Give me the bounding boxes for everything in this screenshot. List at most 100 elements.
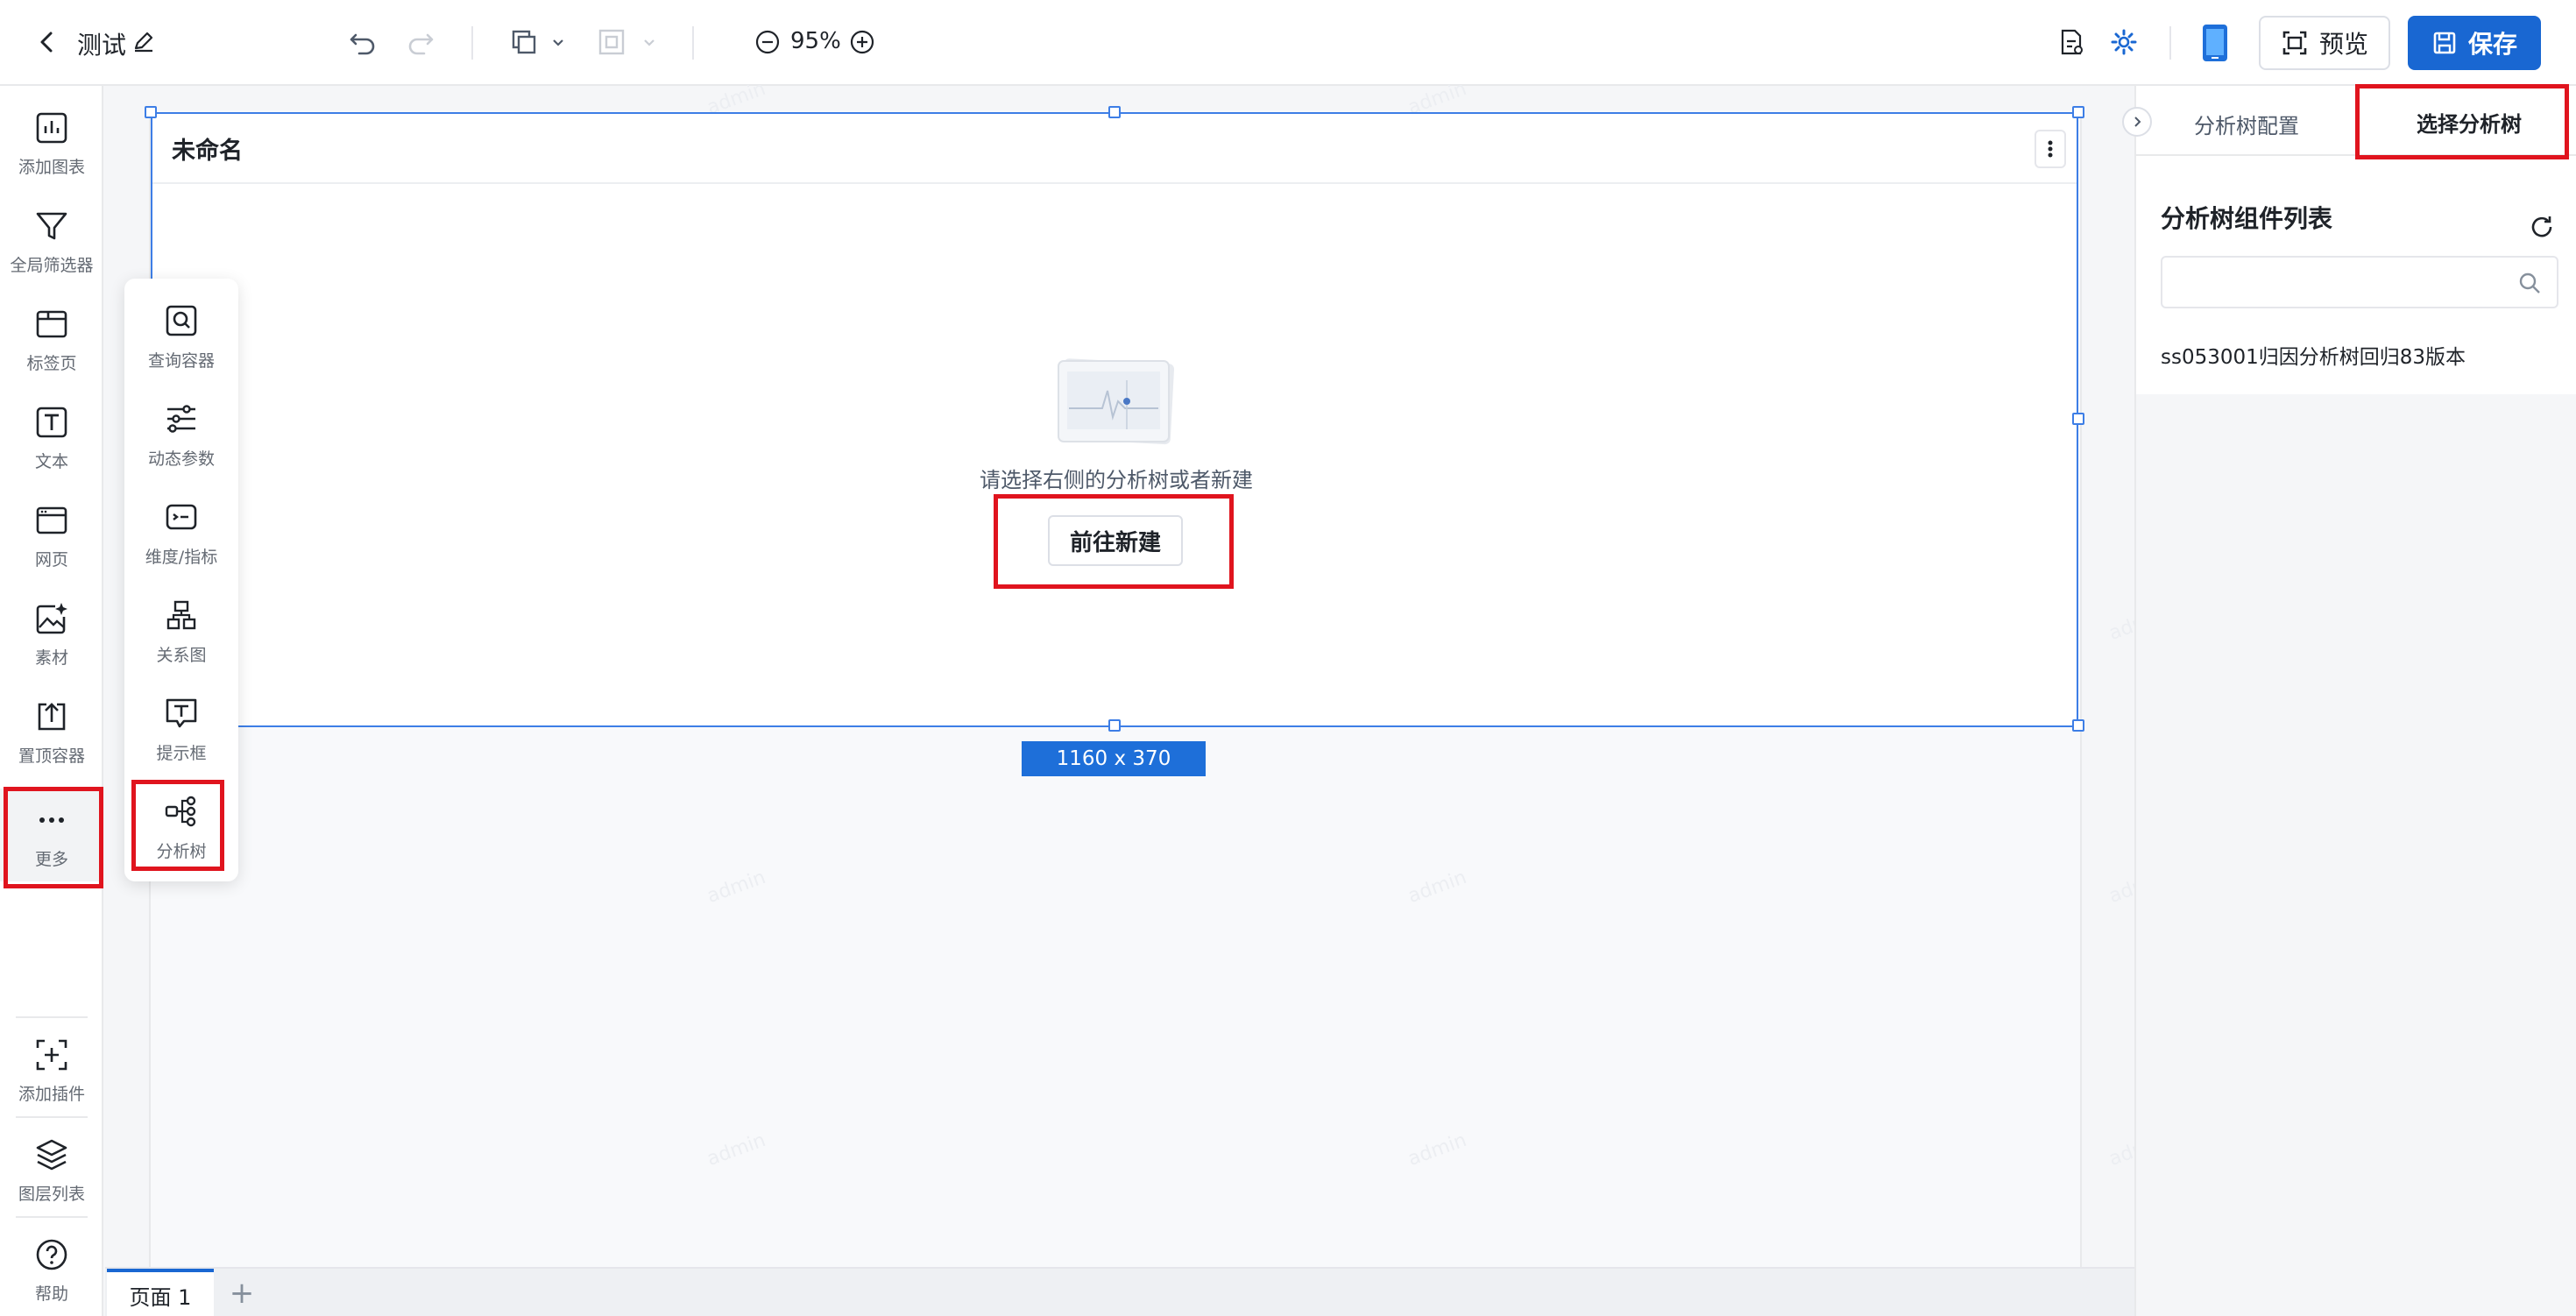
tab-page-button[interactable]: 标签页 — [0, 293, 103, 386]
rail-label: 图层列表 — [18, 1184, 85, 1204]
refresh-icon[interactable] — [2527, 212, 2557, 242]
rail-label: 帮助 — [34, 1284, 68, 1304]
mobile-device-icon[interactable] — [2199, 23, 2231, 63]
left-toolbar: 添加图表 全局筛选器 标签页 文本 网页 素材 置顶容器 更多 添加插件 图层列… — [0, 86, 103, 1316]
sliders-icon — [167, 404, 195, 433]
upload-box-icon — [38, 702, 66, 730]
help-button[interactable]: 帮助 — [0, 1223, 103, 1316]
tab-tree-config[interactable]: 分析树配置 — [2194, 109, 2299, 139]
add-plugin-icon — [36, 1039, 67, 1070]
gear-icon[interactable] — [2106, 25, 2141, 60]
pin-top-container-button[interactable]: 置顶容器 — [0, 685, 103, 778]
rail-label: 添加插件 — [18, 1084, 85, 1104]
tooltip-text-icon — [166, 698, 197, 727]
save-label: 保存 — [2467, 30, 2517, 59]
tooltip-box-item[interactable]: 提示框 — [124, 682, 238, 776]
analysis-tree-component[interactable]: 未命名 请选择右侧的分析树或者新建 前往新建 — [151, 112, 2078, 727]
rail-label: 全局筛选器 — [10, 255, 94, 275]
add-chart-button[interactable]: 添加图表 — [0, 96, 103, 189]
top-bar: 测试 95% 预览 保存 — [0, 0, 2576, 86]
component-title[interactable]: 未命名 — [172, 131, 243, 166]
add-plugin-button[interactable]: 添加插件 — [0, 1023, 103, 1116]
material-button[interactable]: 素材 — [0, 587, 103, 680]
arrange-icon[interactable] — [594, 25, 629, 60]
query-container-item[interactable]: 查询容器 — [124, 289, 238, 384]
webpage-button[interactable]: 网页 — [0, 489, 103, 582]
popover-label: 动态参数 — [147, 449, 215, 469]
zoom-out-icon[interactable] — [750, 25, 785, 60]
chevron-down-icon[interactable] — [545, 25, 571, 60]
layers-icon — [36, 1139, 67, 1170]
empty-hint-text: 请选择右侧的分析树或者新建 — [980, 468, 1253, 492]
undo-icon[interactable] — [345, 25, 380, 60]
browser-icon — [36, 506, 67, 534]
tree-search-input[interactable] — [2162, 258, 2504, 307]
image-sparkle-icon — [36, 602, 67, 633]
document-settings-icon[interactable] — [2054, 25, 2089, 60]
app-root: 测试 95% 预览 保存 添加图表 全局筛选器 标签页 文本 网页 素材 置顶容… — [0, 0, 2576, 1316]
fullscreen-icon — [2282, 31, 2307, 55]
rail-label: 素材 — [34, 647, 68, 668]
back-arrow-icon[interactable] — [32, 26, 63, 58]
query-search-icon — [166, 305, 197, 336]
annotation-box-analysis-tree — [131, 780, 224, 871]
resize-handle-bottom-right[interactable] — [2072, 719, 2084, 732]
collapse-panel-button[interactable] — [2122, 107, 2152, 137]
vertical-dots-icon — [2048, 140, 2053, 158]
popover-label: 查询容器 — [147, 350, 215, 371]
resize-handle-top-right[interactable] — [2072, 106, 2084, 118]
layer-list-button[interactable]: 图层列表 — [0, 1123, 103, 1216]
dynamic-params-item[interactable]: 动态参数 — [124, 387, 238, 482]
component-menu-button[interactable] — [2035, 130, 2066, 168]
copy-icon[interactable] — [506, 25, 541, 60]
search-icon[interactable] — [2516, 270, 2543, 296]
toolbar-divider — [2169, 26, 2171, 60]
resize-handle-right[interactable] — [2072, 413, 2084, 425]
tree-search-box[interactable] — [2161, 256, 2558, 308]
dimension-card-icon — [166, 504, 197, 529]
preview-label: 预览 — [2318, 30, 2368, 59]
save-disk-icon — [2433, 32, 2456, 54]
rail-label: 置顶容器 — [18, 746, 85, 766]
relation-graph-icon — [166, 600, 196, 629]
annotation-box-select-tree-tab — [2355, 84, 2569, 159]
page-tab-bar: 页面 1 + — [105, 1267, 2134, 1316]
redo-icon[interactable] — [403, 25, 438, 60]
toolbar-divider — [471, 26, 473, 60]
empty-chart-illustration — [1058, 358, 1175, 445]
relation-graph-item[interactable]: 关系图 — [124, 584, 238, 678]
resize-handle-bottom[interactable] — [1108, 719, 1121, 732]
annotation-box-go-create — [994, 494, 1234, 589]
popover-label: 维度/指标 — [145, 547, 218, 567]
add-page-button[interactable]: + — [224, 1276, 259, 1311]
rail-divider — [16, 1216, 88, 1218]
text-button[interactable]: 文本 — [0, 391, 103, 484]
resize-handle-top-left[interactable] — [145, 106, 157, 118]
rail-divider — [16, 1116, 88, 1118]
zoom-in-icon[interactable] — [845, 25, 880, 60]
global-filter-button[interactable]: 全局筛选器 — [0, 195, 103, 287]
chevron-down-icon[interactable] — [636, 25, 662, 60]
help-question-icon — [36, 1239, 67, 1270]
tree-list-heading: 分析树组件列表 — [2161, 204, 2333, 233]
save-button[interactable]: 保存 — [2408, 16, 2541, 70]
text-icon — [36, 407, 67, 437]
tree-list-item[interactable]: ss053001归因分析树回归83版本 — [2161, 340, 2466, 370]
preview-button[interactable]: 预览 — [2259, 16, 2390, 70]
tab-window-icon — [36, 310, 67, 337]
component-header-divider — [152, 182, 2077, 184]
rail-label: 添加图表 — [18, 157, 85, 177]
right-panel: 分析树配置 选择分析树 分析树组件列表 ss053001归因分析树回归83版本 — [2122, 86, 2576, 1316]
page-tab[interactable]: 页面 1 — [107, 1269, 214, 1316]
annotation-box-more — [4, 787, 103, 888]
toolbar-divider — [692, 26, 694, 60]
dashboard-title[interactable]: 测试 — [77, 26, 126, 61]
zoom-level: 95% — [790, 28, 841, 54]
dimension-metric-item[interactable]: 维度/指标 — [124, 485, 238, 580]
resize-handle-top[interactable] — [1108, 106, 1121, 118]
chevron-right-icon — [2134, 117, 2141, 127]
edit-pencil-icon[interactable] — [131, 29, 156, 53]
rail-label: 标签页 — [26, 353, 77, 373]
component-size-label: 1160 x 370 — [1022, 741, 1206, 776]
popover-label: 提示框 — [156, 743, 207, 763]
